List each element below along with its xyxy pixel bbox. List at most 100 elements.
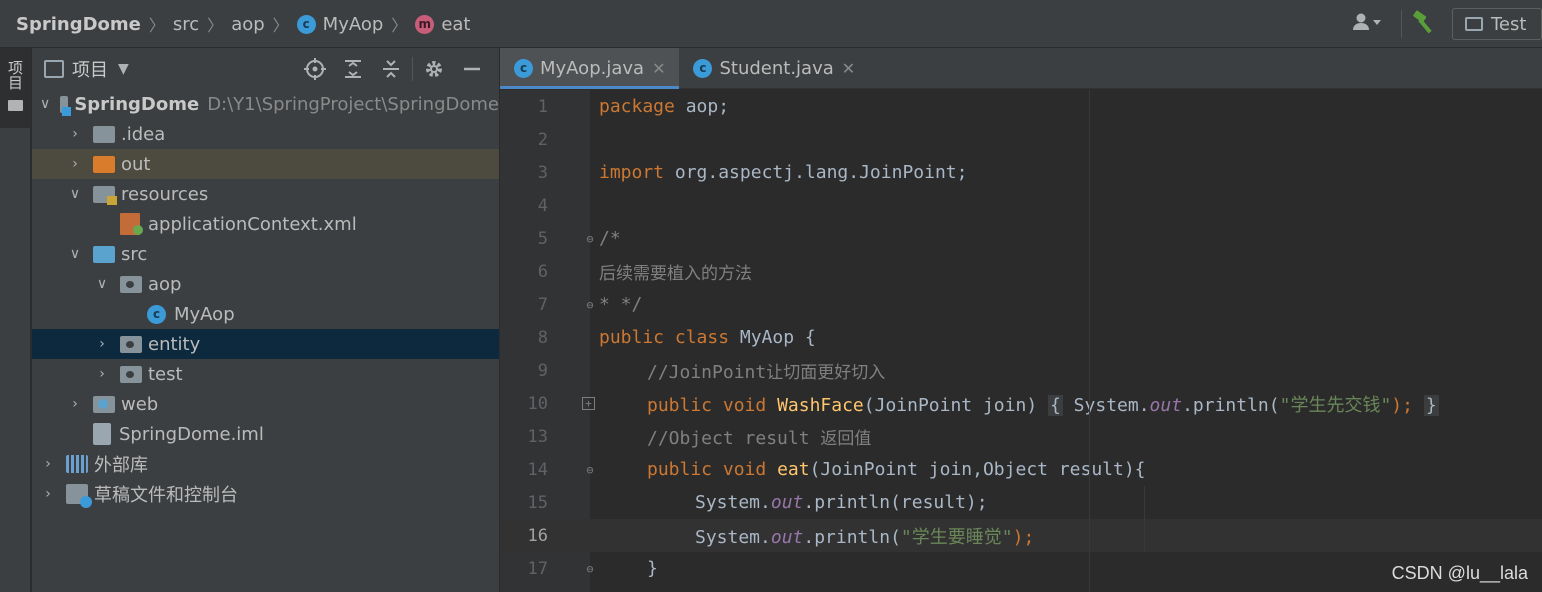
- expand-fold-icon[interactable]: +: [582, 397, 595, 410]
- chevron-right-icon[interactable]: ›: [67, 126, 83, 142]
- tree-item-resources[interactable]: ∨ resources: [32, 179, 499, 209]
- build-button[interactable]: [1408, 9, 1442, 39]
- code-token: .println(: [803, 526, 901, 548]
- tree-item-application-context[interactable]: applicationContext.xml: [32, 209, 499, 239]
- line-number: 2: [537, 129, 548, 150]
- library-icon: [66, 455, 88, 473]
- module-file-icon: [93, 423, 111, 445]
- code-token: System.: [695, 526, 771, 548]
- code-line[interactable]: 9 //JoinPoint让切面更好切入: [500, 354, 1542, 387]
- tree-item-out[interactable]: › out: [32, 149, 499, 179]
- package-icon: [120, 365, 142, 383]
- code-line[interactable]: 13 //Object result 返回值: [500, 420, 1542, 453]
- code-line[interactable]: 6 后续需要植入的方法: [500, 255, 1542, 288]
- tree-item-idea[interactable]: › .idea: [32, 119, 499, 149]
- breadcrumb-separator-icon: 〉: [391, 16, 408, 35]
- toolbar-divider: [1401, 10, 1402, 38]
- tree-item-src[interactable]: ∨ src: [32, 239, 499, 269]
- line-number: 8: [537, 327, 548, 348]
- expand-all-icon[interactable]: [334, 54, 372, 84]
- run-config-icon: [1465, 17, 1483, 31]
- breadcrumb-package[interactable]: aop: [231, 14, 264, 35]
- code-area[interactable]: 1 package aop; 2 3 import org.aspectj.la…: [500, 90, 1542, 592]
- tree-item-project-root[interactable]: ∨ SpringDome D:\Y1\SpringProject\SpringD…: [32, 89, 499, 119]
- collapse-all-icon[interactable]: [372, 54, 410, 84]
- code-line[interactable]: 2: [500, 123, 1542, 156]
- chevron-right-icon[interactable]: ›: [40, 456, 56, 472]
- comment-token: /*: [599, 228, 621, 249]
- code-line[interactable]: 3 import org.aspectj.lang.JoinPoint;: [500, 156, 1542, 189]
- hammer-icon: [1412, 10, 1438, 38]
- left-tool-strip: 项目: [0, 48, 31, 592]
- tree-item-web[interactable]: › web: [32, 389, 499, 419]
- code-line[interactable]: 1 package aop;: [500, 90, 1542, 123]
- close-icon[interactable]: ✕: [842, 59, 855, 78]
- breadcrumb-class[interactable]: MyAop: [323, 14, 384, 35]
- fold-marker-icon[interactable]: ⊖: [582, 462, 598, 478]
- tree-item-aop[interactable]: ∨ aop: [32, 269, 499, 299]
- user-icon: [1352, 12, 1382, 37]
- tree-item-test[interactable]: › test: [32, 359, 499, 389]
- toolbar-divider: [412, 57, 413, 81]
- tree-item-label: web: [121, 393, 159, 415]
- fold-marker-icon[interactable]: ⊖: [582, 231, 598, 247]
- chevron-down-icon[interactable]: ∨: [40, 96, 50, 112]
- line-number: 7: [537, 294, 548, 315]
- tree-item-scratches[interactable]: › 草稿文件和控制台: [32, 479, 499, 509]
- comment-token: 返回值: [820, 429, 872, 449]
- run-configuration-select[interactable]: Test: [1452, 8, 1542, 40]
- breadcrumb-method[interactable]: eat: [441, 14, 470, 35]
- chevron-right-icon[interactable]: ›: [94, 366, 110, 382]
- tree-item-entity[interactable]: › entity: [32, 329, 499, 359]
- chevron-right-icon[interactable]: ›: [40, 486, 56, 502]
- code-line[interactable]: 15 System.out.println(result);: [500, 486, 1542, 519]
- folded-brace[interactable]: {: [1048, 394, 1063, 416]
- line-number: 3: [537, 162, 548, 183]
- chevron-down-icon[interactable]: ∨: [94, 276, 110, 292]
- code-token: }: [647, 558, 658, 579]
- code-line[interactable]: 7 ⊖ * */: [500, 288, 1542, 321]
- comment-token: //JoinPoint: [647, 362, 767, 383]
- project-view-title[interactable]: 项目: [72, 56, 108, 82]
- tree-item-label: 外部库: [94, 455, 148, 476]
- tree-item-myaop[interactable]: c MyAop: [32, 299, 499, 329]
- code-line[interactable]: 8 public class MyAop {: [500, 321, 1542, 354]
- user-dropdown-button[interactable]: [1343, 9, 1391, 39]
- chevron-down-icon[interactable]: ∨: [67, 246, 83, 262]
- keyword-token: package: [599, 96, 675, 117]
- line-number: 14: [527, 459, 548, 480]
- minimize-icon[interactable]: [453, 54, 491, 84]
- chevron-down-icon[interactable]: ∨: [67, 186, 83, 202]
- breadcrumb-src[interactable]: src: [173, 14, 199, 35]
- tree-item-external-libraries[interactable]: › 外部库: [32, 449, 499, 479]
- tab-myaop-java[interactable]: c MyAop.java ✕: [500, 48, 680, 89]
- folded-brace[interactable]: }: [1423, 394, 1439, 416]
- indent-guide: [1089, 90, 1090, 592]
- fold-marker-icon[interactable]: ⊖: [582, 561, 598, 577]
- tree-item-label: aop: [148, 273, 182, 295]
- locate-file-icon[interactable]: [296, 54, 334, 84]
- code-line[interactable]: 5 ⊖ /*: [500, 222, 1542, 255]
- keyword-token: import: [599, 162, 665, 183]
- chevron-right-icon[interactable]: ›: [67, 156, 83, 172]
- chevron-right-icon[interactable]: ›: [67, 396, 83, 412]
- project-view-icon: [44, 60, 64, 78]
- fold-marker-icon[interactable]: ⊖: [582, 297, 598, 313]
- tab-student-java[interactable]: c Student.java ✕: [679, 48, 869, 88]
- code-line[interactable]: 14 ⊖ public void eat(JoinPoint join,Obje…: [500, 453, 1542, 486]
- chevron-down-icon[interactable]: ▼: [118, 61, 129, 77]
- code-line-current[interactable]: 16 System.out.println("学生要睡觉");: [500, 519, 1542, 552]
- line-number: 4: [537, 195, 548, 216]
- breadcrumb-project[interactable]: SpringDome: [16, 14, 141, 35]
- line-number: 9: [537, 360, 548, 381]
- code-line[interactable]: 4: [500, 189, 1542, 222]
- chevron-right-icon[interactable]: ›: [94, 336, 110, 352]
- comment-token: * */: [599, 294, 643, 315]
- project-tool-window-tab[interactable]: 项目: [0, 48, 31, 128]
- gear-icon[interactable]: [415, 54, 453, 84]
- code-line[interactable]: 10 + public void WashFace(JoinPoint join…: [500, 387, 1542, 420]
- close-icon[interactable]: ✕: [652, 59, 665, 78]
- tree-item-iml[interactable]: SpringDome.iml: [32, 419, 499, 449]
- code-line[interactable]: 17 ⊖ }: [500, 552, 1542, 585]
- project-folder-icon: [60, 95, 72, 116]
